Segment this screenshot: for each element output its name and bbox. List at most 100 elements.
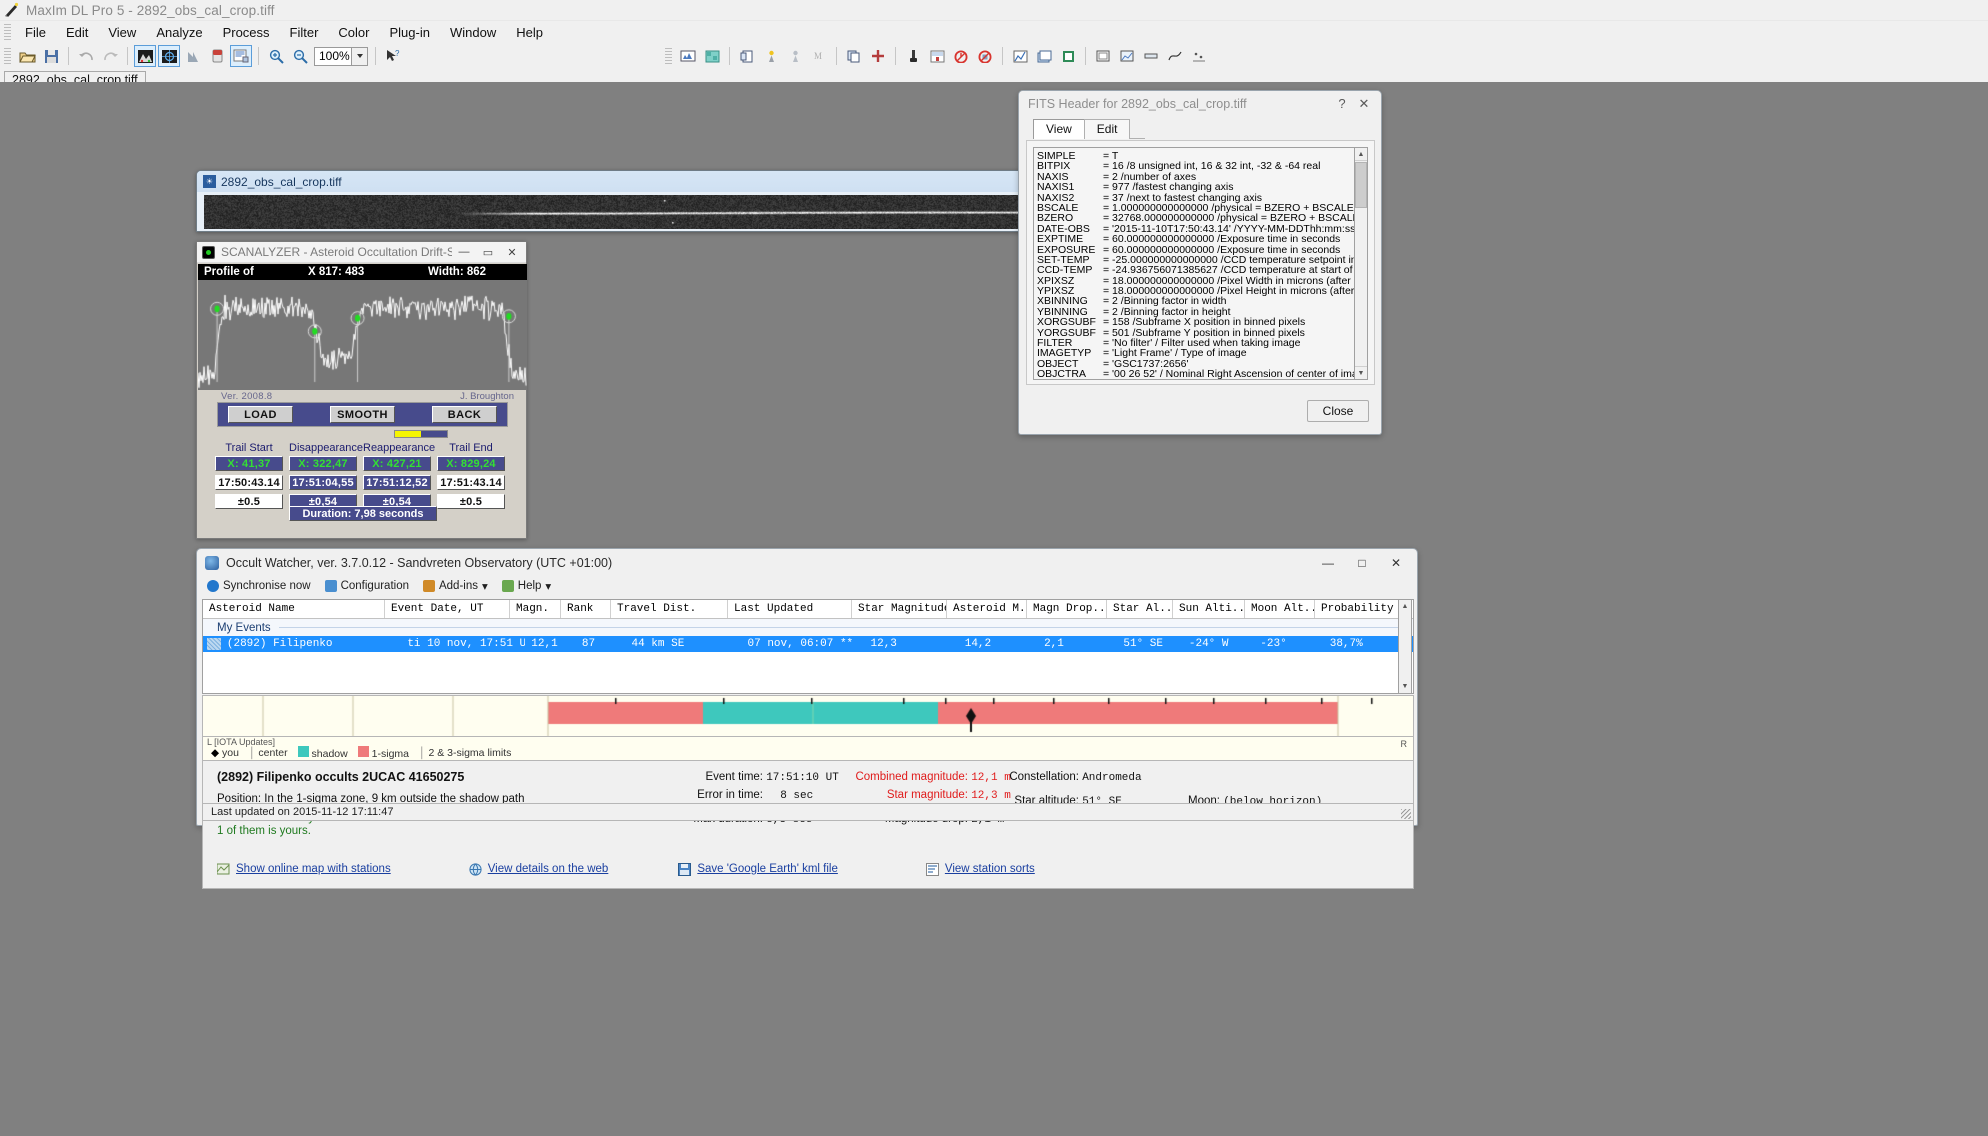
tab-edit[interactable]: Edit bbox=[1084, 119, 1131, 139]
column-header-moon-alt[interactable]: Moon Alt... bbox=[1245, 600, 1315, 618]
column-header-sun-alti[interactable]: Sun Alti... bbox=[1173, 600, 1245, 618]
gauge2-icon[interactable] bbox=[974, 45, 996, 67]
chevron-down-icon[interactable] bbox=[351, 48, 367, 65]
occult-watcher-titlebar[interactable]: Occult Watcher, ver. 3.7.0.12 - Sandvret… bbox=[197, 549, 1417, 576]
fits-close-button[interactable]: Close bbox=[1307, 400, 1369, 422]
fits-header-line[interactable]: OBJCTRA = '00 26 52' / Nominal Right Asce… bbox=[1037, 369, 1355, 379]
observatory-icon[interactable] bbox=[701, 45, 723, 67]
column-header-asteroid-name[interactable]: Asteroid Name bbox=[203, 600, 385, 618]
column-header-rank[interactable]: Rank bbox=[561, 600, 611, 618]
scroll-down-icon[interactable]: ▼ bbox=[1399, 680, 1411, 693]
fits-header-line[interactable]: YORGSUBF = 501 /Subframe Y position in bi… bbox=[1037, 328, 1355, 338]
scrollbar-thumb[interactable] bbox=[1355, 162, 1367, 208]
column-header-last-updated[interactable]: Last Updated bbox=[728, 600, 852, 618]
help-button[interactable]: Help ▾ bbox=[502, 579, 551, 593]
smooth-button[interactable]: SMOOTH bbox=[330, 406, 395, 423]
menu-window[interactable]: Window bbox=[440, 23, 506, 42]
pointing-icon[interactable] bbox=[736, 45, 758, 67]
configuration-button[interactable]: Configuration bbox=[325, 580, 409, 592]
table-row[interactable]: (2892) Filipenko ti 10 nov, 17:51 UT 12,1 8… bbox=[203, 636, 1413, 652]
save-kml-label[interactable]: Save 'Google Earth' kml file bbox=[697, 863, 838, 875]
synchronise-now-button[interactable]: Synchronise now bbox=[207, 580, 311, 592]
menu-help[interactable]: Help bbox=[506, 23, 553, 42]
menu-filter[interactable]: Filter bbox=[280, 23, 329, 42]
view-details-web-label[interactable]: View details on the web bbox=[488, 863, 609, 875]
histogram-icon[interactable] bbox=[182, 45, 204, 67]
page-icon[interactable] bbox=[1057, 45, 1079, 67]
column-header-asteroid-m[interactable]: Asteroid M... bbox=[947, 600, 1027, 618]
fits-header-line[interactable]: XPIXSZ = 18.000000000000000 /Pixel Width … bbox=[1037, 276, 1355, 286]
shadow-path-strip[interactable] bbox=[202, 695, 1414, 737]
fits-titlebar[interactable]: FITS Header for 2892_obs_cal_crop.tiff ?… bbox=[1019, 91, 1381, 116]
fits-header-line[interactable]: BITPIX = 16 /8 unsigned int, 16 & 32 int,… bbox=[1037, 161, 1355, 171]
column-header-probability[interactable]: Probability bbox=[1315, 600, 1405, 618]
fits-header-line[interactable]: NAXIS2 = 37 /next to fastest changing axi… bbox=[1037, 193, 1355, 203]
scanalyzer-minimize-button[interactable]: — bbox=[452, 243, 476, 261]
square-icon[interactable] bbox=[1092, 45, 1114, 67]
crosshair-icon[interactable] bbox=[867, 45, 889, 67]
save-kml-link[interactable]: Save 'Google Earth' kml file bbox=[678, 863, 838, 876]
fits-header-line[interactable]: IMAGETYP = 'Light Frame' / Type of image bbox=[1037, 348, 1355, 358]
scroll-up-icon[interactable]: ▲ bbox=[1355, 148, 1367, 161]
menu-plugin[interactable]: Plug-in bbox=[380, 23, 440, 42]
column-header-star-magnitude[interactable]: Star Magnitude bbox=[852, 600, 947, 618]
scanalyzer-restore-button[interactable]: ▭ bbox=[476, 243, 500, 261]
zoom-in-icon[interactable] bbox=[265, 45, 287, 67]
view-station-sorts-link[interactable]: View station sorts bbox=[926, 863, 1035, 876]
stack-icon[interactable] bbox=[1033, 45, 1055, 67]
load-button[interactable]: LOAD bbox=[228, 406, 293, 423]
undo-icon[interactable] bbox=[75, 45, 97, 67]
fits-header-line[interactable]: EXPTIME = 60.000000000000000 /Exposure ti… bbox=[1037, 234, 1355, 244]
fits-header-line[interactable]: SIMPLE = T bbox=[1037, 151, 1355, 161]
zoom-level-combo[interactable]: 100% bbox=[314, 47, 368, 66]
open-file-icon[interactable] bbox=[16, 45, 38, 67]
scroll-up-icon[interactable]: ▲ bbox=[1399, 600, 1411, 613]
fits-header-line[interactable]: NAXIS1 = 977 /fastest changing axis bbox=[1037, 182, 1355, 192]
disappearance-x-field[interactable]: X: 322,47 bbox=[289, 456, 357, 471]
scatter-icon[interactable] bbox=[1188, 45, 1210, 67]
row-drag-handle[interactable] bbox=[207, 638, 221, 650]
trail-start-error-field[interactable]: ±0.5 bbox=[215, 494, 283, 509]
reappearance-x-field[interactable]: X: 427,21 bbox=[363, 456, 431, 471]
curve-icon[interactable] bbox=[1164, 45, 1186, 67]
column-header-magn[interactable]: Magn. bbox=[510, 600, 561, 618]
scanalyzer-titlebar[interactable]: SCANALYZER - Asteroid Occultation Drift-… bbox=[197, 242, 526, 263]
column-header-travel-dist[interactable]: Travel Dist. bbox=[611, 600, 728, 618]
menu-process[interactable]: Process bbox=[213, 23, 280, 42]
fits-header-list[interactable]: SIMPLE = T BITPIX = 16 /8 unsigned int, 16 … bbox=[1033, 147, 1358, 380]
events-grid-scrollbar[interactable]: ▲ ▼ bbox=[1398, 599, 1412, 694]
show-online-map-link[interactable]: Show online map with stations bbox=[217, 863, 391, 875]
focus-icon[interactable] bbox=[902, 45, 924, 67]
toolbar-grip[interactable] bbox=[4, 48, 11, 64]
fits-header-line[interactable]: BSCALE = 1.000000000000000 /physical = BZ… bbox=[1037, 203, 1355, 213]
trail-start-x-field[interactable]: X: 41,37 bbox=[215, 456, 283, 471]
chevron-down-icon[interactable]: ▾ bbox=[545, 579, 551, 593]
view-details-web-link[interactable]: View details on the web bbox=[469, 863, 609, 876]
gauge-icon[interactable] bbox=[950, 45, 972, 67]
events-group-header[interactable]: My Events bbox=[203, 619, 1413, 636]
graph-icon[interactable] bbox=[1009, 45, 1031, 67]
menu-analyze[interactable]: Analyze bbox=[146, 23, 212, 42]
color-balance-icon[interactable] bbox=[206, 45, 228, 67]
back-button[interactable]: BACK bbox=[432, 406, 497, 423]
resize-grip[interactable] bbox=[1401, 809, 1411, 819]
menu-edit[interactable]: Edit bbox=[56, 23, 98, 42]
redo-icon[interactable] bbox=[99, 45, 121, 67]
sequence-icon[interactable] bbox=[760, 45, 782, 67]
menu-view[interactable]: View bbox=[98, 23, 146, 42]
fits-header-icon[interactable] bbox=[230, 45, 252, 67]
menu-file[interactable]: File bbox=[15, 23, 56, 42]
reappearance-time-field[interactable]: 17:51:12,52 bbox=[363, 475, 431, 490]
fits-scrollbar[interactable]: ▲ ▼ bbox=[1354, 147, 1368, 380]
ow-maximize-button[interactable]: □ bbox=[1345, 551, 1379, 575]
context-help-icon[interactable]: ? bbox=[382, 45, 404, 67]
scanalyzer-close-button[interactable]: ✕ bbox=[500, 243, 524, 261]
information-target-icon[interactable] bbox=[158, 45, 180, 67]
tab-view[interactable]: View bbox=[1033, 119, 1085, 139]
trail-start-time-field[interactable]: 17:50:43.14 bbox=[215, 475, 283, 490]
close-icon[interactable]: ✕ bbox=[1353, 94, 1375, 114]
fits-header-line[interactable]: DATE-OBS = '2015-11-10T17:50:43.14' /YYYY… bbox=[1037, 224, 1355, 234]
toolbar2-grip[interactable] bbox=[665, 48, 672, 64]
fits-header-line[interactable]: CCD-TEMP = -24.936756071385627 /CCD tempe… bbox=[1037, 265, 1355, 275]
menu-color[interactable]: Color bbox=[328, 23, 379, 42]
